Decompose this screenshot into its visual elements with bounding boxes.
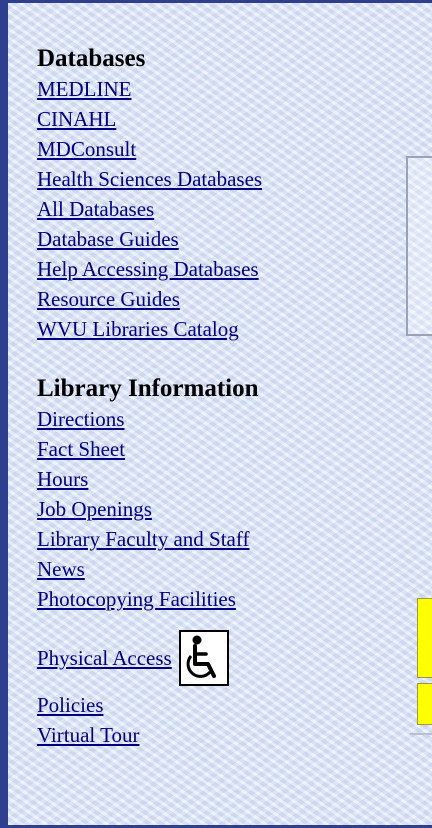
link-library-faculty-and-staff[interactable]: Library Faculty and Staff [37, 524, 367, 554]
library-information-heading: Library Information [37, 375, 259, 402]
left-frame-border [0, 0, 8, 828]
link-fact-sheet[interactable]: Fact Sheet [37, 434, 367, 464]
databases-link-list: MEDLINE CINAHL MDConsult Health Sciences… [37, 74, 367, 344]
link-medline[interactable]: MEDLINE [37, 74, 367, 104]
highlight-box-top [417, 598, 432, 678]
link-physical-access[interactable]: Physical Access [37, 643, 172, 673]
link-directions[interactable]: Directions [37, 404, 367, 434]
link-news[interactable]: News [37, 554, 367, 584]
link-cinahl[interactable]: CINAHL [37, 104, 367, 134]
wheelchair-icon-graphic [186, 635, 216, 678]
link-wvu-libraries-catalog[interactable]: WVU Libraries Catalog [37, 314, 367, 344]
panel-divider [410, 733, 432, 735]
link-virtual-tour[interactable]: Virtual Tour [37, 720, 367, 750]
physical-access-row: Physical Access [37, 628, 367, 688]
link-hours[interactable]: Hours [37, 464, 367, 494]
link-mdconsult[interactable]: MDConsult [37, 134, 367, 164]
top-frame-border [0, 0, 432, 3]
link-photocopying-facilities[interactable]: Photocopying Facilities [37, 584, 367, 614]
link-help-accessing-databases[interactable]: Help Accessing Databases [37, 254, 367, 284]
more-library-links: Policies Virtual Tour [37, 690, 367, 750]
link-job-openings[interactable]: Job Openings [37, 494, 367, 524]
content-panel-edge [406, 156, 432, 336]
link-all-databases[interactable]: All Databases [37, 194, 367, 224]
library-info-link-list: Directions Fact Sheet Hours Job Openings… [37, 404, 367, 614]
link-database-guides[interactable]: Database Guides [37, 224, 367, 254]
link-resource-guides[interactable]: Resource Guides [37, 284, 367, 314]
databases-heading: Databases [37, 45, 146, 72]
wheelchair-icon[interactable] [178, 630, 229, 686]
sidebar-navigation: Databases MEDLINE CINAHL MDConsult Healt… [37, 44, 367, 750]
link-policies[interactable]: Policies [37, 690, 367, 720]
link-health-sciences-databases[interactable]: Health Sciences Databases [37, 164, 367, 194]
highlight-box-bottom [417, 683, 432, 725]
